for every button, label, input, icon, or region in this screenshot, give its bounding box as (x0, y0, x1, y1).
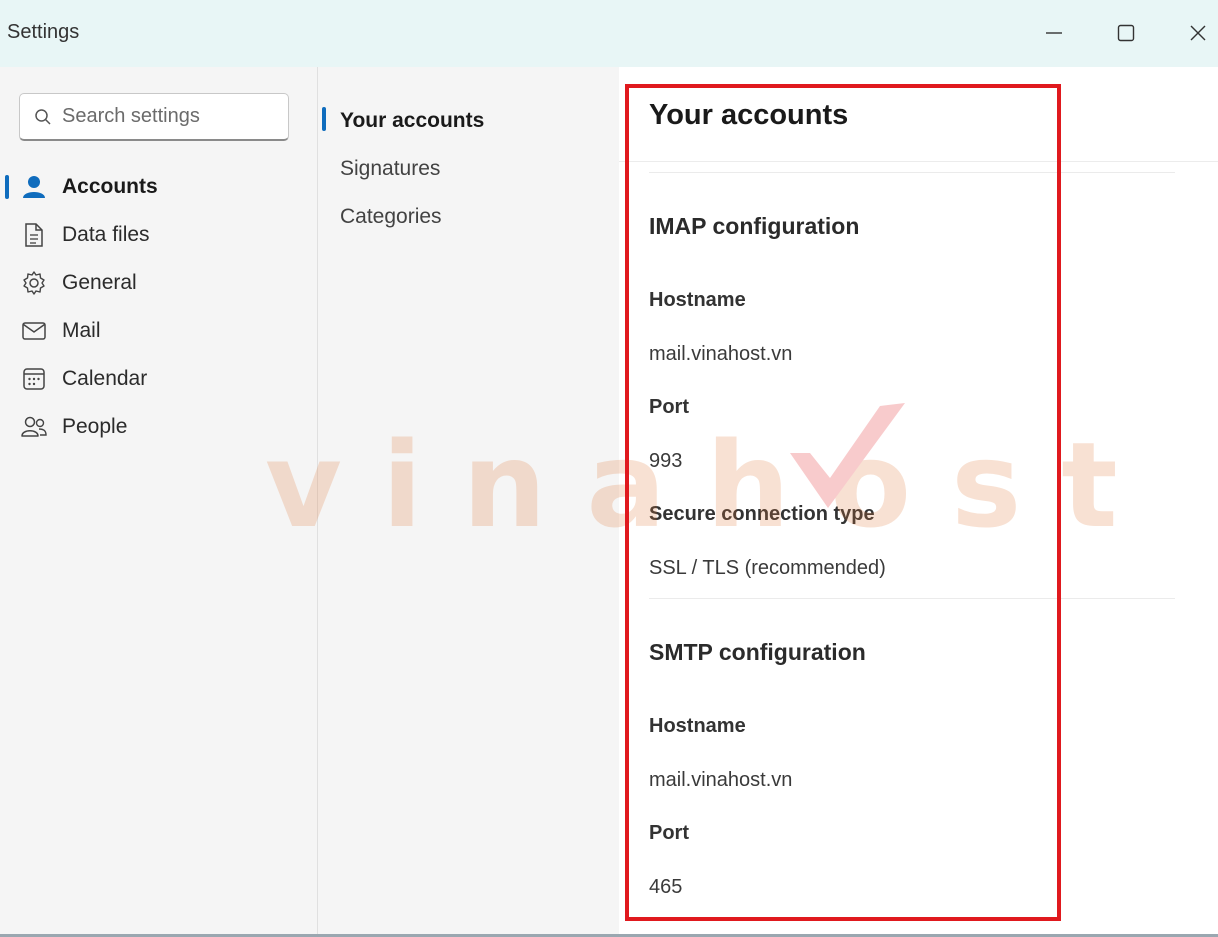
sidebar-item-label: General (62, 271, 137, 294)
page-title: Your accounts (649, 99, 849, 131)
people-icon (20, 413, 48, 441)
divider (649, 172, 1175, 173)
account-details-pane: Your accounts IMAP configuration Hostnam… (619, 67, 1218, 935)
gear-icon (20, 269, 48, 297)
selection-indicator (5, 175, 9, 199)
smtp-section-title: SMTP configuration (649, 639, 866, 665)
accounts-subnav: Your accounts Signatures Categories (319, 67, 618, 937)
person-icon (20, 173, 48, 201)
content-header: Your accounts (619, 67, 1218, 162)
imap-secure-connection-label: Secure connection type (649, 503, 875, 525)
maximize-icon (1117, 24, 1135, 42)
sidebar-item-label: People (62, 415, 128, 438)
smtp-hostname-value: mail.vinahost.vn (649, 769, 793, 791)
sidebar-item-data-files[interactable]: Data files (0, 213, 318, 257)
imap-secure-connection-value: SSL / TLS (recommended) (649, 557, 886, 579)
sidebar-item-people[interactable]: People (0, 405, 318, 449)
sidebar-item-mail[interactable]: Mail (0, 309, 318, 353)
subnav-item-categories[interactable]: Categories (319, 196, 618, 236)
settings-sidebar: Accounts Data files General Mail Calenda… (0, 67, 318, 937)
smtp-port-value: 465 (649, 876, 683, 898)
subnav-item-your-accounts[interactable]: Your accounts (319, 100, 618, 140)
selection-indicator (322, 107, 326, 131)
document-icon (20, 221, 48, 249)
sidebar-item-general[interactable]: General (0, 261, 318, 305)
maximize-button[interactable] (1109, 16, 1143, 50)
subnav-item-label: Signatures (340, 157, 441, 180)
subnav-item-label: Categories (340, 205, 442, 228)
sidebar-item-label: Data files (62, 223, 150, 246)
sidebar-item-label: Mail (62, 319, 101, 342)
smtp-hostname-label: Hostname (649, 715, 746, 737)
sidebar-item-label: Calendar (62, 367, 148, 390)
mail-icon (20, 317, 48, 345)
imap-hostname-value: mail.vinahost.vn (649, 343, 793, 365)
subnav-item-signatures[interactable]: Signatures (319, 148, 618, 188)
close-button[interactable] (1181, 16, 1215, 50)
search-box[interactable] (19, 93, 289, 141)
search-icon (35, 108, 51, 125)
close-icon (1190, 25, 1206, 41)
calendar-icon (20, 365, 48, 393)
search-input[interactable] (62, 105, 282, 128)
minimize-button[interactable] (1037, 16, 1071, 50)
sidebar-item-accounts[interactable]: Accounts (0, 165, 318, 209)
sidebar-item-label: Accounts (62, 175, 158, 198)
imap-hostname-label: Hostname (649, 289, 746, 311)
smtp-port-label: Port (649, 822, 689, 844)
minimize-icon (1046, 32, 1062, 34)
window-title: Settings (7, 21, 80, 43)
imap-port-label: Port (649, 396, 689, 418)
sidebar-item-calendar[interactable]: Calendar (0, 357, 318, 401)
divider (649, 598, 1175, 599)
subnav-item-label: Your accounts (340, 109, 485, 132)
title-bar: Settings (0, 0, 1218, 67)
imap-port-value: 993 (649, 450, 683, 472)
imap-section-title: IMAP configuration (649, 213, 860, 239)
